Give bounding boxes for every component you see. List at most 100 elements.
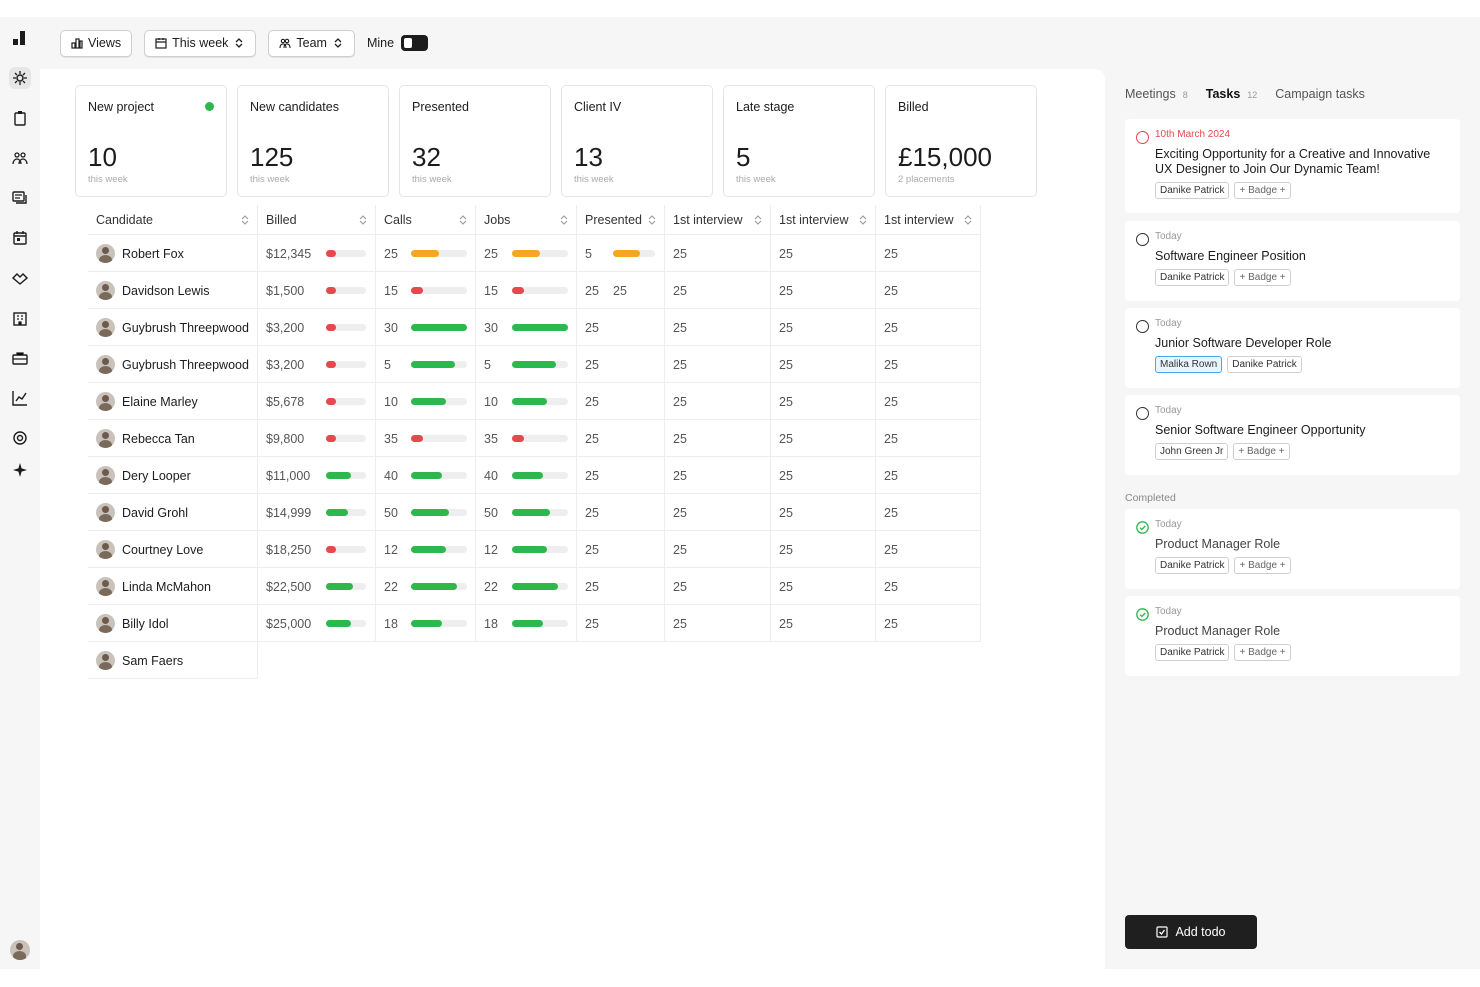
analytics-icon[interactable] [9,387,31,409]
add-badge-chip[interactable]: + Badge + [1234,644,1291,661]
column-header[interactable]: Presented [577,205,665,235]
table-row[interactable]: Rebecca Tan $9,800 35 35 25 25 25 25 [88,420,981,457]
mine-toggle[interactable] [401,35,429,51]
table-row[interactable]: Davidson Lewis $1,500 15 15 25 25 25 25 25 [88,272,981,309]
column-header[interactable]: Jobs [476,205,577,235]
table-row[interactable]: Elaine Marley $5,678 10 10 25 25 25 25 [88,383,981,420]
task-card[interactable]: Today Senior Software Engineer Opportunit… [1125,395,1460,475]
jobs-value: 15 [484,283,498,298]
add-badge-chip[interactable]: + Badge + [1234,557,1291,574]
candidate-name[interactable]: Elaine Marley [122,395,198,409]
candidate-name[interactable]: Linda McMahon [122,580,211,594]
building-icon[interactable] [9,307,31,329]
tab-campaign-tasks[interactable]: Campaign tasks [1275,87,1365,101]
candidate-name[interactable]: Sam Faers [122,654,183,668]
column-header[interactable]: 1st interview [876,205,981,235]
main-panel: New project 10 this week New candidates 125 t… [40,69,1105,969]
tab-tasks[interactable]: Tasks 12 [1206,87,1258,101]
assignee-chip[interactable]: John Green Jr [1155,443,1229,460]
candidate-name[interactable]: Guybrush Threepwood [122,321,249,335]
completed-task-card[interactable]: Today Product Manager Role Danike Patrick +… [1125,596,1460,676]
logo-icon[interactable] [9,27,31,49]
candidate-name[interactable]: Robert Fox [122,247,184,261]
clipboard-icon[interactable] [9,107,31,129]
task-checkbox[interactable] [1136,233,1149,246]
briefcase-icon[interactable] [9,347,31,369]
candidate-name[interactable]: Dery Looper [122,469,191,483]
stat-card[interactable]: Late stage 5 this week [723,85,875,197]
people-icon[interactable] [9,147,31,169]
billed-cell: $18,250 [258,531,376,568]
task-title[interactable]: Product Manager Role [1155,537,1448,552]
user-avatar[interactable] [9,939,31,961]
task-card[interactable]: Today Software Engineer Position Danike Pa… [1125,221,1460,301]
views-button[interactable]: Views [60,29,133,57]
tab-meetings[interactable]: Meetings 8 [1125,87,1188,101]
jobs-cell: 5 [476,346,577,383]
add-badge-chip[interactable]: + Badge + [1233,443,1290,460]
messages-icon[interactable] [9,187,31,209]
calendar-icon[interactable] [9,227,31,249]
table-row[interactable]: Linda McMahon $22,500 22 22 25 25 25 25 [88,568,981,605]
table-row[interactable]: Robert Fox $12,345 25 25 5 25 25 25 [88,235,981,272]
add-badge-chip[interactable]: + Badge + [1234,269,1291,286]
stat-card[interactable]: New project 10 this week [75,85,227,197]
candidate-name[interactable]: Rebecca Tan [122,432,195,446]
table-row[interactable]: Dery Looper $11,000 40 40 25 25 25 25 [88,457,981,494]
column-header[interactable]: Billed [258,205,376,235]
assignee-chip[interactable]: Malika Rown [1155,356,1223,373]
dashboard-icon[interactable] [9,67,31,89]
task-title[interactable]: Senior Software Engineer Opportunity [1155,423,1448,438]
column-header[interactable]: 1st interview [665,205,771,235]
assignee-chip[interactable]: Danike Patrick [1155,644,1230,661]
column-header[interactable]: Candidate [88,205,258,235]
task-title[interactable]: Junior Software Developer Role [1155,336,1448,351]
task-date: Today [1155,318,1182,329]
assignee-chip[interactable]: Danike Patrick [1155,269,1230,286]
stat-card[interactable]: Billed £15,000 2 placements [885,85,1037,197]
candidate-name[interactable]: Courtney Love [122,543,203,557]
column-header[interactable]: 1st interview [771,205,876,235]
completed-task-card[interactable]: Today Product Manager Role Danike Patrick +… [1125,509,1460,589]
candidate-cell: Billy Idol [88,605,258,642]
settings-icon[interactable] [9,427,31,449]
chevron-updown-icon [235,38,243,48]
stat-card[interactable]: Client IV 13 this week [561,85,713,197]
column-header[interactable]: Calls [376,205,476,235]
task-card[interactable]: Today Junior Software Developer Role Malik… [1125,308,1460,388]
task-checkbox[interactable] [1136,131,1149,144]
sparkle-icon[interactable] [9,459,31,481]
candidate-name[interactable]: Guybrush Threepwood [122,358,249,372]
check-circle-icon[interactable] [1136,608,1149,621]
stat-card[interactable]: Presented 32 this week [399,85,551,197]
add-badge-chip[interactable]: + Badge + [1234,182,1291,199]
handshake-icon[interactable] [9,267,31,289]
interview-value: 25 [673,431,687,446]
candidate-name[interactable]: David Grohl [122,506,188,520]
candidate-cell: Linda McMahon [88,568,258,605]
check-circle-icon[interactable] [1136,521,1149,534]
table-row[interactable]: Courtney Love $18,250 12 12 25 25 25 25 [88,531,981,568]
period-dropdown[interactable]: This week [144,29,257,57]
add-todo-button[interactable]: Add todo [1125,915,1257,949]
task-checkbox[interactable] [1136,407,1149,420]
candidate-name[interactable]: Billy Idol [122,617,169,631]
task-title[interactable]: Product Manager Role [1155,624,1448,639]
table-row[interactable]: Guybrush Threepwood $3,200 30 30 25 25 25 25 [88,309,981,346]
table-row[interactable]: Billy Idol $25,000 18 18 25 25 25 25 [88,605,981,642]
task-checkbox[interactable] [1136,320,1149,333]
stat-card[interactable]: New candidates 125 this week [237,85,389,197]
candidate-name[interactable]: Davidson Lewis [122,284,210,298]
assignee-chip[interactable]: Danike Patrick [1155,182,1230,199]
assignee-chip[interactable]: Danike Patrick [1227,356,1302,373]
sort-icon [859,214,867,225]
table-row[interactable]: Guybrush Threepwood $3,200 5 5 25 25 25 25 [88,346,981,383]
task-title[interactable]: Software Engineer Position [1155,249,1448,264]
task-card[interactable]: 10th March 2024 Exciting Opportunity for … [1125,119,1460,213]
table-row[interactable]: David Grohl $14,999 50 50 25 25 25 25 [88,494,981,531]
interview-value: 25 [884,283,898,298]
table-row[interactable]: Sam Faers [88,642,258,679]
assignee-chip[interactable]: Danike Patrick [1155,557,1230,574]
task-title[interactable]: Exciting Opportunity for a Creative and … [1155,147,1448,177]
team-dropdown[interactable]: Team [268,29,355,57]
